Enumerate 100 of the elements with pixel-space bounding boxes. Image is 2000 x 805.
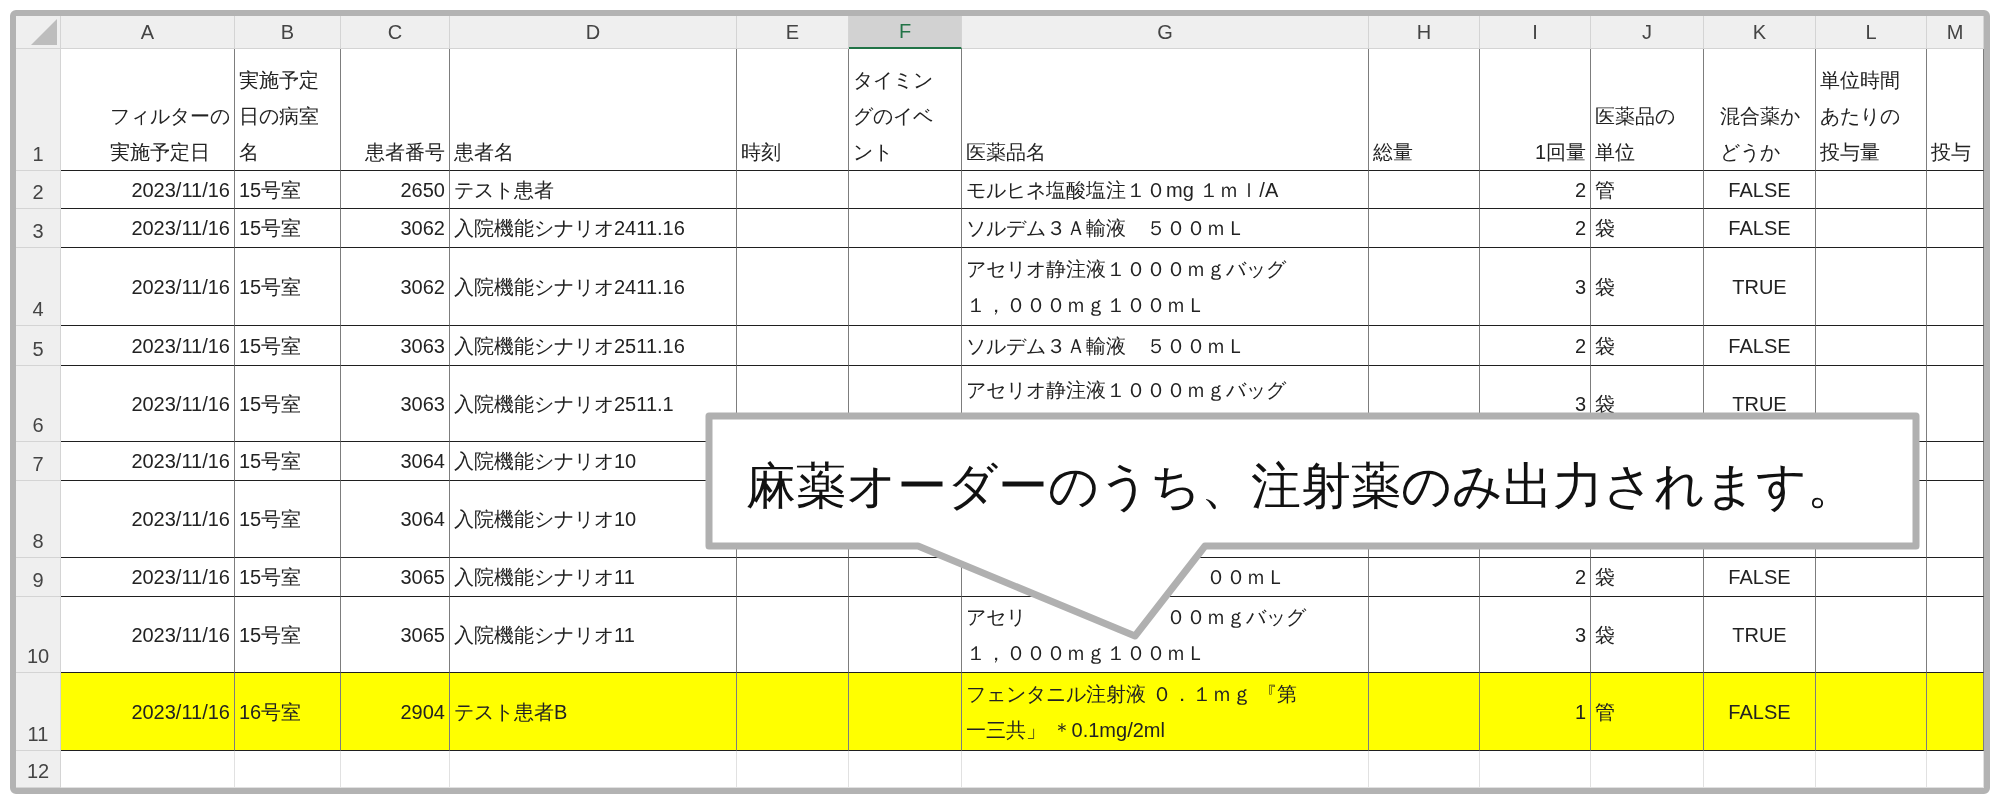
table-cell: 15号室 — [235, 248, 341, 326]
column-header[interactable]: D — [450, 16, 737, 49]
table-cell: 1 — [1480, 673, 1591, 751]
table-cell: FALSE — [1704, 209, 1816, 248]
header-cell: 投与 — [1927, 49, 1984, 171]
table-cell: 16号室 — [235, 673, 341, 751]
table-cell: TRUE — [1704, 248, 1816, 326]
table-cell: 3062 — [341, 209, 450, 248]
table-cell: 2023/11/16 — [61, 326, 235, 366]
table-cell: 15号室 — [235, 481, 341, 558]
callout-text: 麻薬オーダーのうち、注射薬のみ出力されます。 — [746, 457, 1857, 516]
row-number[interactable]: 9 — [16, 558, 61, 597]
table-cell: 2023/11/16 — [61, 673, 235, 751]
row-number[interactable]: 8 — [16, 481, 61, 558]
table-cell: テスト患者 — [450, 171, 737, 209]
table-cell: 3063 — [341, 326, 450, 366]
column-header[interactable]: M — [1927, 16, 1984, 49]
column-header[interactable]: I — [1480, 16, 1591, 49]
column-header[interactable]: K — [1704, 16, 1816, 49]
table-cell: ソルデム３Ａ輸液 ５００ｍＬ — [962, 326, 1369, 366]
column-header[interactable]: L — [1816, 16, 1927, 49]
header-cell: 総量 — [1369, 49, 1480, 171]
cell-text: １，０００ｍｇ１００ｍＬ — [966, 640, 1206, 666]
header-cell: 時刻 — [737, 49, 849, 171]
table-cell: 2650 — [341, 171, 450, 209]
column-header[interactable]: C — [341, 16, 450, 49]
header-cell: 混合薬か どうか — [1704, 49, 1816, 171]
table-cell: 2 — [1480, 209, 1591, 248]
table-cell: 3065 — [341, 558, 450, 597]
table-cell: テスト患者B — [450, 673, 737, 751]
row-number[interactable]: 3 — [16, 209, 61, 248]
column-header[interactable]: H — [1369, 16, 1480, 49]
table-cell: 2023/11/16 — [61, 248, 235, 326]
table-cell: 15号室 — [235, 558, 341, 597]
column-header[interactable]: G — [962, 16, 1369, 49]
header-cell: 患者名 — [450, 49, 737, 171]
table-cell: 3063 — [341, 366, 450, 442]
table-cell: 3062 — [341, 248, 450, 326]
table-cell: フェンタニル注射液 ０．１ｍｇ 『第 一三共」 ＊0.1mg/2ml — [962, 673, 1369, 751]
row-number[interactable]: 2 — [16, 171, 61, 209]
table-cell: 3064 — [341, 481, 450, 558]
table-cell: 袋 — [1591, 558, 1704, 597]
row-number[interactable]: 7 — [16, 442, 61, 481]
table-cell: 2 — [1480, 171, 1591, 209]
row-number[interactable]: 11 — [16, 673, 61, 751]
header-cell: フィルターの 実施予定日 — [61, 49, 235, 171]
table-cell: 入院機能シナリオ2411.16 — [450, 248, 737, 326]
row-number[interactable]: 10 — [16, 597, 61, 673]
table-cell: FALSE — [1704, 326, 1816, 366]
table-cell: 2 — [1480, 326, 1591, 366]
table-cell: 15号室 — [235, 366, 341, 442]
header-cell: タイミン グのイベ ント — [849, 49, 962, 171]
table-cell: ソルデム３Ａ輸液 ５００ｍＬ — [962, 209, 1369, 248]
table-cell: 入院機能シナリオ2511.16 — [450, 326, 737, 366]
header-cell: 患者番号 — [341, 49, 450, 171]
cell-text: ００ｍＬ — [1206, 565, 1286, 590]
column-header[interactable]: B — [235, 16, 341, 49]
table-cell: 2023/11/16 — [61, 171, 235, 209]
table-cell: アセリオ静注液１０００ｍｇバッグ １，０００ｍｇ１００ｍＬ — [962, 248, 1369, 326]
table-cell: 2023/11/16 — [61, 481, 235, 558]
table-cell: 2 — [1480, 558, 1591, 597]
row-number[interactable]: 5 — [16, 326, 61, 366]
row-number[interactable]: 4 — [16, 248, 61, 326]
select-all-icon[interactable] — [31, 19, 57, 45]
table-cell: モルヒネ塩酸塩注１０mg １ｍｌ/A — [962, 171, 1369, 209]
table-cell: 2904 — [341, 673, 450, 751]
table-cell: 15号室 — [235, 442, 341, 481]
table-cell: 15号室 — [235, 209, 341, 248]
table-cell: 2023/11/16 — [61, 209, 235, 248]
row-number[interactable]: 12 — [16, 751, 61, 788]
table-cell: 15号室 — [235, 326, 341, 366]
table-cell: 管 — [1591, 673, 1704, 751]
column-header[interactable]: J — [1591, 16, 1704, 49]
table-cell: FALSE — [1704, 673, 1816, 751]
table-cell: 袋 — [1591, 248, 1704, 326]
table-cell: FALSE — [1704, 558, 1816, 597]
cell-text: アセリ — [966, 604, 1026, 630]
header-cell: 医薬品の 単位 — [1591, 49, 1704, 171]
header-cell: 単位時間 あたりの 投与量 — [1816, 49, 1927, 171]
table-cell: FALSE — [1704, 171, 1816, 209]
column-header[interactable]: A — [61, 16, 235, 49]
table-cell: 3 — [1480, 248, 1591, 326]
table-cell: 15号室 — [235, 171, 341, 209]
table-cell: 入院機能シナリオ11 — [450, 558, 737, 597]
table-cell: 入院機能シナリオ2411.16 — [450, 209, 737, 248]
column-header[interactable]: E — [737, 16, 849, 49]
cell-text: ００ｍｇバッグ — [1166, 604, 1306, 630]
table-cell: 3064 — [341, 442, 450, 481]
header-cell: 医薬品名 — [962, 49, 1369, 171]
table-cell: 2023/11/16 — [61, 442, 235, 481]
table-cell: 2023/11/16 — [61, 558, 235, 597]
row-number[interactable]: 1 — [16, 49, 61, 171]
table-cell: 管 — [1591, 171, 1704, 209]
header-cell: 1回量 — [1480, 49, 1591, 171]
header-cell: 実施予定 日の病室 名 — [235, 49, 341, 171]
column-header[interactable]: F — [849, 16, 962, 49]
table-cell: 袋 — [1591, 326, 1704, 366]
table-cell: 2023/11/16 — [61, 366, 235, 442]
row-number[interactable]: 6 — [16, 366, 61, 442]
table-cell: 袋 — [1591, 209, 1704, 248]
